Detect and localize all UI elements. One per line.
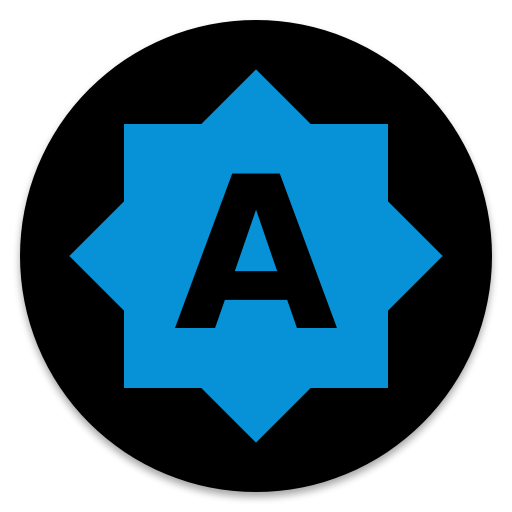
letter-glyph: A (174, 131, 338, 378)
app-icon: A (0, 0, 512, 512)
star-badge-letter-icon: A (20, 20, 492, 492)
